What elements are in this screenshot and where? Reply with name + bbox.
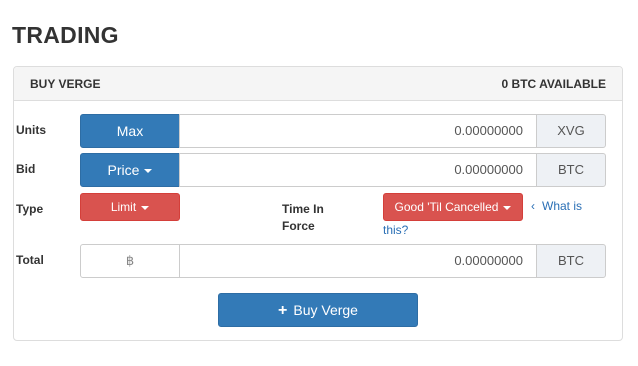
time-in-force-button-label: Good 'Til Cancelled — [394, 200, 499, 214]
chevron-left-icon: ‹ — [531, 199, 535, 213]
price-dropdown-button[interactable]: Price — [80, 153, 180, 187]
bid-currency-addon: BTC — [536, 153, 606, 187]
panel-heading: BUY VERGE 0 BTC AVAILABLE — [14, 67, 622, 101]
bid-label: Bid — [16, 162, 36, 176]
limit-button-label: Limit — [110, 200, 137, 214]
total-currency-addon: BTC — [536, 244, 606, 278]
limit-dropdown-button[interactable]: Limit — [80, 193, 180, 221]
type-label: Type — [16, 202, 44, 216]
units-input[interactable]: 0.00000000 — [179, 114, 537, 148]
time-in-force-label-line1: Time In — [282, 202, 324, 216]
page-title: TRADING — [12, 22, 119, 48]
what-is-this-link-part1[interactable]: What is — [542, 198, 582, 215]
total-label: Total — [16, 253, 44, 267]
bitcoin-icon: ฿ — [80, 244, 180, 278]
plus-icon: + — [278, 302, 288, 319]
buy-verge-button[interactable]: + Buy Verge — [218, 293, 418, 327]
max-button[interactable]: Max — [80, 114, 180, 148]
units-label: Units — [16, 123, 46, 137]
panel-title: BUY VERGE — [30, 77, 101, 91]
caret-down-icon — [503, 205, 512, 210]
time-in-force-label: Time In Force — [282, 201, 324, 235]
price-button-label: Price — [107, 162, 140, 178]
caret-down-icon — [141, 205, 150, 210]
what-is-this-link-part2[interactable]: this? — [383, 222, 408, 239]
units-currency-addon: XVG — [536, 114, 606, 148]
time-in-force-label-line2: Force — [282, 219, 315, 233]
caret-down-icon — [144, 169, 153, 174]
bid-input[interactable]: 0.00000000 — [179, 153, 537, 187]
good-til-cancelled-dropdown[interactable]: Good 'Til Cancelled — [383, 193, 523, 221]
buy-button-label: Buy Verge — [293, 302, 358, 318]
total-input[interactable]: 0.00000000 — [179, 244, 537, 278]
available-balance: 0 BTC AVAILABLE — [501, 77, 606, 91]
